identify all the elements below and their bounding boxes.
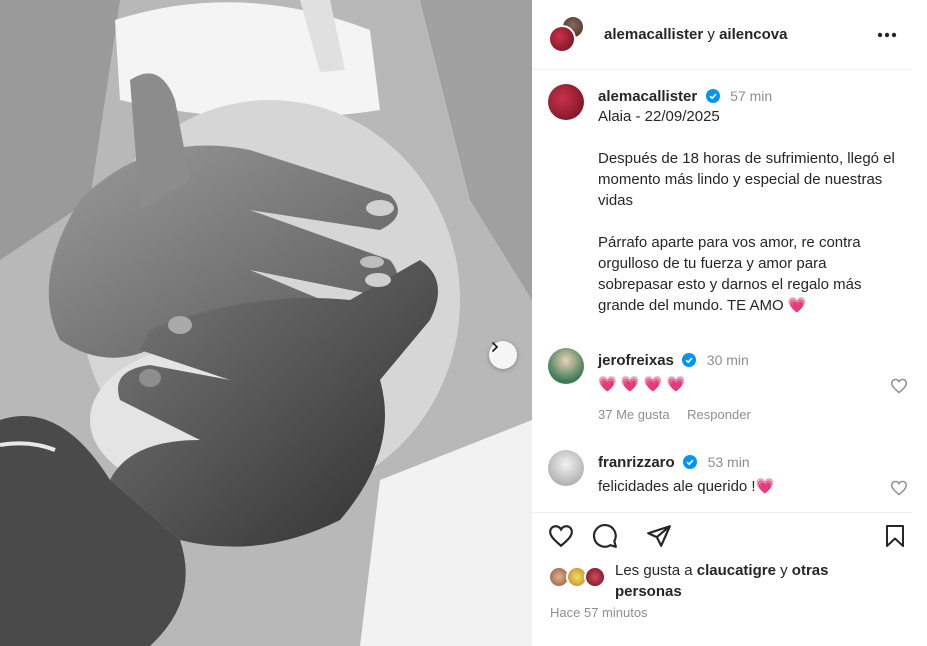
comment-likes-link[interactable]: 37 Me gusta	[598, 407, 670, 422]
post-photo[interactable]	[0, 0, 532, 646]
verified-icon	[683, 455, 698, 469]
header-username-2[interactable]: ailencova	[719, 26, 787, 43]
collab-avatars[interactable]	[548, 14, 592, 55]
likes-joiner: y	[775, 562, 792, 579]
action-bar	[532, 512, 912, 554]
caption-time: 57 min	[730, 88, 773, 104]
likes-text: Les gusta a claucatigre y otras personas	[615, 560, 875, 602]
post-timestamp[interactable]: Hace 57 minutos	[550, 605, 648, 620]
carousel-next-button[interactable]	[489, 341, 517, 369]
avatar[interactable]	[548, 84, 584, 120]
comment-button[interactable]	[590, 521, 620, 551]
avatar[interactable]	[548, 450, 584, 486]
header-joiner: y	[703, 26, 720, 43]
verified-icon	[682, 353, 697, 367]
comment-row: franrizzaro 53 min felicidades ale queri…	[548, 450, 908, 510]
avatar	[584, 566, 606, 588]
comment-body: jerofreixas 30 min 💗 💗 💗 💗 37 Me gusta R…	[598, 352, 898, 422]
likes-summary: Les gusta a claucatigre y otras personas	[548, 558, 908, 602]
share-button[interactable]	[644, 521, 674, 551]
comment-text-content: felicidades ale querido !	[598, 478, 756, 495]
reply-button[interactable]: Responder	[687, 407, 751, 422]
photo-illustration	[0, 0, 532, 646]
likes-prefix: Les gusta a	[615, 562, 697, 579]
like-button[interactable]	[546, 521, 576, 551]
likes-user-link[interactable]: claucatigre	[697, 562, 776, 579]
comment-heart-emoji: 💗	[755, 478, 775, 495]
comment-icon	[593, 524, 617, 548]
comment-username[interactable]: franrizzaro	[598, 454, 675, 471]
heart-icon[interactable]	[890, 378, 908, 394]
comment-time: 53 min	[707, 454, 750, 470]
heart-icon[interactable]	[890, 480, 908, 496]
header-username-1[interactable]: alemacallister	[604, 26, 703, 43]
save-button[interactable]	[880, 521, 910, 551]
comment-time: 30 min	[706, 352, 749, 368]
more-options-button[interactable]	[874, 22, 900, 48]
comment-username[interactable]: jerofreixas	[598, 352, 674, 369]
share-icon	[647, 525, 671, 547]
avatar[interactable]	[548, 348, 584, 384]
heart-icon	[549, 525, 573, 548]
caption-username[interactable]: alemacallister	[598, 88, 697, 105]
comment-text: felicidades ale querido !💗	[598, 476, 898, 497]
bookmark-icon	[886, 525, 904, 547]
caption-text: Alaia - 22/09/2025 Después de 18 horas d…	[598, 106, 898, 316]
post-header: alemacallister y ailencova	[532, 0, 912, 70]
avatar	[548, 24, 576, 53]
caption-content: Alaia - 22/09/2025 Después de 18 horas d…	[598, 108, 895, 314]
more-icon	[877, 32, 897, 38]
chevron-right-icon	[492, 342, 499, 352]
collab-names: alemacallister y ailencova	[604, 26, 787, 43]
comment-row: jerofreixas 30 min 💗 💗 💗 💗 37 Me gusta R…	[548, 348, 908, 428]
comment-meta: 37 Me gusta Responder	[598, 407, 898, 422]
verified-icon	[705, 89, 720, 103]
caption-heart-emoji: 💗	[787, 297, 807, 314]
comment-text: 💗 💗 💗 💗	[598, 376, 686, 393]
caption-body: alemacallister 57 min Alaia - 22/09/2025…	[598, 88, 898, 316]
comment-body: franrizzaro 53 min felicidades ale queri…	[598, 454, 898, 497]
comments-section[interactable]: alemacallister 57 min Alaia - 22/09/2025…	[532, 70, 912, 510]
liker-avatars[interactable]	[548, 566, 610, 588]
post-side-panel: alemacallister y ailencova alemacalliste…	[532, 0, 927, 646]
